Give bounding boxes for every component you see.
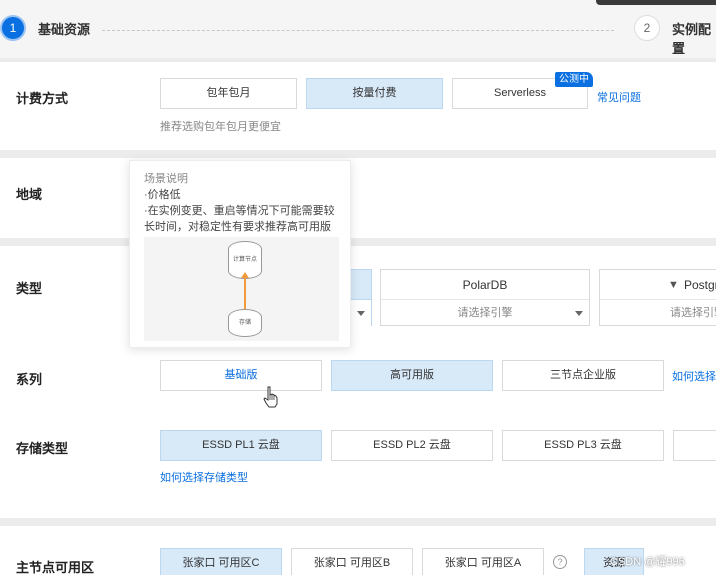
engine-select-postgresql[interactable]: 请选择引擎 bbox=[600, 300, 716, 326]
chevron-down-icon bbox=[357, 311, 365, 316]
step-1-indicator: 1 bbox=[0, 15, 26, 41]
region-section: 地域 bbox=[0, 158, 716, 238]
region-label: 地域 bbox=[16, 187, 43, 202]
step-connector bbox=[102, 30, 614, 31]
type-label: 类型 bbox=[16, 281, 43, 296]
zone-b-option[interactable]: 张家口 可用区B bbox=[291, 548, 413, 575]
billing-subscription-option[interactable]: 包年包月 bbox=[160, 78, 297, 109]
billing-hint: 推荐选购包年包月更便宜 bbox=[160, 121, 281, 133]
type-card-postgresql[interactable]: Postgr 请选择引擎 bbox=[599, 269, 716, 326]
watermark: CSDN @耀996 bbox=[610, 556, 685, 568]
series-basic-option[interactable]: 基础版 bbox=[160, 360, 322, 391]
hand-cursor-icon bbox=[263, 386, 278, 408]
tooltip-line: 长时间，对稳定性有要求推荐高可用版 bbox=[144, 221, 331, 233]
storage-pl2-option[interactable]: ESSD PL2 云盘 bbox=[331, 430, 493, 461]
billing-payg-option[interactable]: 按量付费 bbox=[306, 78, 443, 109]
storage-help-link[interactable]: 如何选择存储类型 bbox=[160, 469, 248, 485]
window-edge bbox=[596, 0, 716, 5]
help-icon[interactable]: ? bbox=[553, 555, 567, 569]
engine-select-placeholder: 请选择引擎 bbox=[457, 307, 513, 319]
type-card-polardb-name: PolarDB bbox=[381, 270, 589, 300]
zone-c-option[interactable]: 张家口 可用区C bbox=[160, 548, 282, 575]
storage-more-option[interactable] bbox=[673, 430, 716, 461]
type-card-postgresql-name: Postgr bbox=[600, 270, 716, 300]
storage-pl3-option[interactable]: ESSD PL3 云盘 bbox=[502, 430, 664, 461]
storage-node-icon: 存储 bbox=[228, 309, 262, 337]
step-2-indicator: 2 bbox=[634, 15, 660, 41]
architecture-diagram: 计算节点 存储 bbox=[144, 237, 339, 341]
storage-label: 存储类型 bbox=[16, 441, 69, 456]
chevron-down-icon bbox=[575, 311, 583, 316]
tooltip-title: 场景说明 bbox=[144, 173, 188, 185]
type-card-polardb[interactable]: PolarDB 请选择引擎 bbox=[380, 269, 590, 326]
faq-link[interactable]: 常见问题 bbox=[597, 89, 641, 105]
billing-label: 计费方式 bbox=[16, 91, 69, 106]
step-2-label: 实例配置 bbox=[672, 22, 712, 56]
tooltip-line: ·在实例变更、重启等情况下可能需要较 bbox=[144, 205, 335, 217]
step-bar: 1 基础资源 2 实例配置 bbox=[0, 0, 716, 58]
arrow-up-icon bbox=[241, 272, 249, 278]
series-label: 系列 bbox=[16, 372, 43, 387]
series-tooltip: 场景说明 ·价格低 ·在实例变更、重启等情况下可能需要较 长时间，对稳定性有要求… bbox=[129, 160, 351, 348]
step-1-label: 基础资源 bbox=[38, 22, 91, 37]
zone-a-option[interactable]: 张家口 可用区A bbox=[422, 548, 544, 575]
series-ha-option[interactable]: 高可用版 bbox=[331, 360, 493, 391]
engine-select-placeholder: 请选择引擎 bbox=[670, 307, 716, 319]
series-enterprise-option[interactable]: 三节点企业版 bbox=[502, 360, 664, 391]
zone-label: 主节点可用区 bbox=[16, 560, 95, 575]
postgresql-logo-icon: ▼ bbox=[668, 279, 679, 291]
beta-badge: 公测中 bbox=[555, 72, 593, 87]
storage-pl1-option[interactable]: ESSD PL1 云盘 bbox=[160, 430, 322, 461]
series-help-link[interactable]: 如何选择 bbox=[672, 368, 716, 384]
tooltip-line: ·价格低 bbox=[144, 189, 181, 201]
engine-select-polardb[interactable]: 请选择引擎 bbox=[381, 300, 589, 326]
